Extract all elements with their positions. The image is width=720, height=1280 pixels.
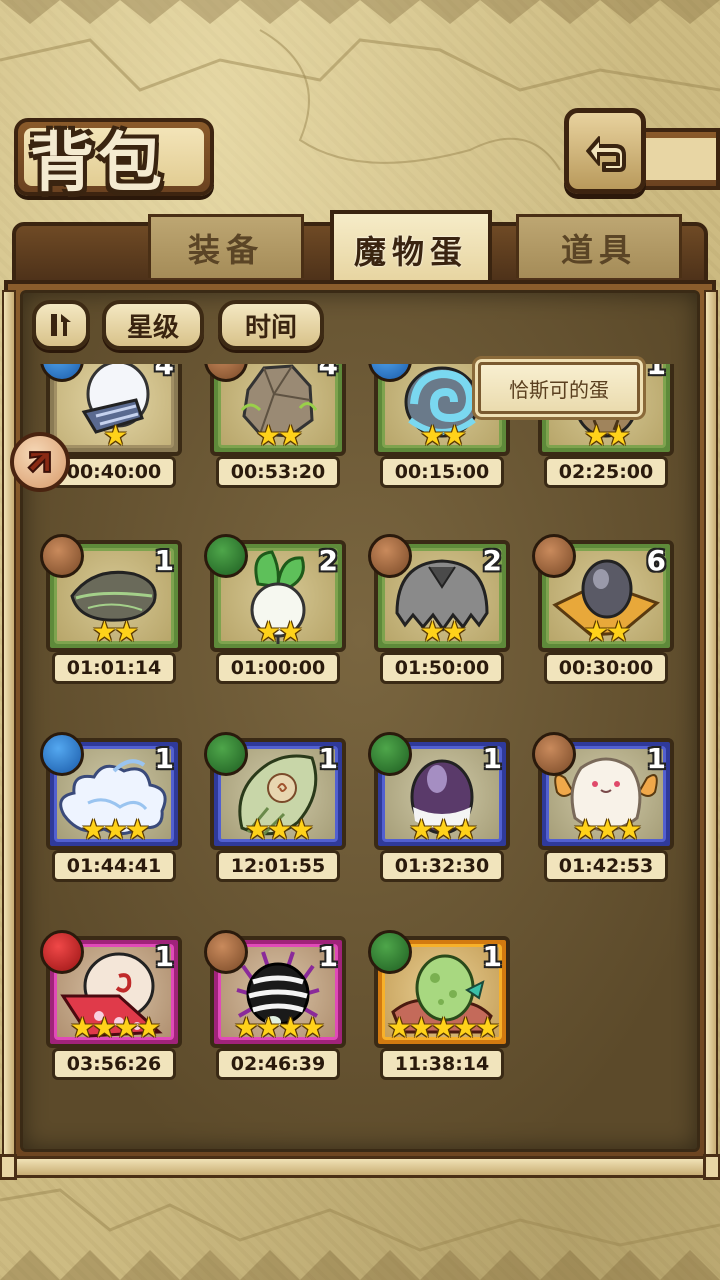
hatch-timer: 00:53:20 xyxy=(216,456,340,488)
egg-grid[interactable]: 4 ★ 00:40:00 4 ★★ 00:53:20 ★★ 00:15:00 1… xyxy=(22,364,698,1104)
back-button[interactable] xyxy=(564,108,646,194)
panel-rail-right xyxy=(704,290,718,1160)
hatch-timer: 03:56:26 xyxy=(52,1048,176,1080)
egg-count: 1 xyxy=(646,364,666,381)
hatch-timer: 01:42:53 xyxy=(544,850,668,882)
egg-count: 2 xyxy=(482,544,502,577)
earth-element-icon xyxy=(532,732,576,776)
egg-slot[interactable]: 1 ★★★ 12:01:55 xyxy=(204,732,346,888)
star-rating: ★★★★★ xyxy=(386,1011,501,1044)
star-rating: ★★★★ xyxy=(233,1011,325,1044)
arrow-icon xyxy=(27,451,51,474)
egg-count: 1 xyxy=(154,544,174,577)
star-rating: ★★ xyxy=(255,419,303,452)
egg-count: 1 xyxy=(482,742,502,775)
hatch-timer: 01:50:00 xyxy=(380,652,504,684)
hatch-timer: 02:46:39 xyxy=(216,1048,340,1080)
panel-bottom-rail xyxy=(0,1154,720,1180)
egg-slot[interactable]: 2 ★★ 01:00:00 xyxy=(204,534,346,690)
fire-element-icon xyxy=(40,930,84,974)
sort-by-star-button[interactable]: 星级 xyxy=(102,300,204,350)
egg-slot[interactable]: 1 ★★★ 01:42:53 xyxy=(532,732,674,888)
star-rating: ★★ xyxy=(419,419,467,452)
hatch-timer: 01:00:00 xyxy=(216,652,340,684)
tab-equipment[interactable]: 装备 xyxy=(148,214,304,278)
return-arrow-icon xyxy=(586,136,626,172)
egg-name-tooltip: 恰斯可的蛋 xyxy=(478,362,640,414)
egg-slot[interactable]: 2 ★★ 01:50:00 xyxy=(368,534,510,690)
star-rating: ★★ xyxy=(583,615,631,648)
tab-items[interactable]: 道具 xyxy=(516,214,682,278)
hatch-timer: 12:01:55 xyxy=(216,850,340,882)
side-toggle-button[interactable] xyxy=(10,432,70,492)
panel-rail-left xyxy=(2,290,16,1160)
egg-count: 1 xyxy=(482,940,502,973)
star-rating: ★★★★ xyxy=(69,1011,161,1044)
hatch-timer: 01:44:41 xyxy=(52,850,176,882)
sort-by-time-button[interactable]: 时间 xyxy=(218,300,324,350)
egg-slot[interactable]: 1 ★★ 01:01:14 xyxy=(40,534,182,690)
hatch-timer: 00:40:00 xyxy=(52,456,176,488)
egg-count: 1 xyxy=(154,742,174,775)
egg-count: 4 xyxy=(318,364,338,381)
hatch-timer: 00:15:00 xyxy=(380,456,504,488)
page-title: 背包 xyxy=(30,127,166,201)
hatch-timer: 02:25:00 xyxy=(544,456,668,488)
egg-count: 1 xyxy=(646,742,666,775)
egg-slot[interactable]: 6 ★★ 00:30:00 xyxy=(532,534,674,690)
egg-slot[interactable]: 4 ★★ 00:53:20 xyxy=(204,364,346,494)
star-rating: ★★★ xyxy=(408,813,478,846)
star-rating: ★★★ xyxy=(80,813,150,846)
star-rating: ★★ xyxy=(91,615,139,648)
egg-count: 1 xyxy=(318,742,338,775)
plant-element-icon xyxy=(368,732,412,776)
star-rating: ★★★ xyxy=(244,813,314,846)
egg-slot[interactable]: 1 ★★★★ 03:56:26 xyxy=(40,930,182,1086)
tab-monster-eggs-label: 魔物蛋 xyxy=(353,233,468,271)
back-button-rail xyxy=(640,128,720,190)
egg-count: 4 xyxy=(154,364,174,381)
earth-element-icon xyxy=(368,534,412,578)
egg-slot[interactable]: 1 ★★★★ 02:46:39 xyxy=(204,930,346,1086)
tab-monster-eggs[interactable]: 魔物蛋 xyxy=(330,210,492,286)
egg-slot[interactable]: 1 ★★★ 01:44:41 xyxy=(40,732,182,888)
plant-element-icon xyxy=(368,930,412,974)
hatch-timer: 11:38:14 xyxy=(380,1048,504,1080)
star-rating: ★★ xyxy=(583,419,631,452)
plant-element-icon xyxy=(204,534,248,578)
star-rating: ★★ xyxy=(255,615,303,648)
earth-element-icon xyxy=(40,534,84,578)
earth-element-icon xyxy=(204,930,248,974)
egg-count: 2 xyxy=(318,544,338,577)
star-rating: ★ xyxy=(102,419,128,452)
egg-slot[interactable]: 1 ★★★★★ 11:38:14 xyxy=(368,930,510,1086)
earth-element-icon xyxy=(532,534,576,578)
sort-order-button[interactable] xyxy=(32,300,90,350)
hatch-timer: 01:32:30 xyxy=(380,850,504,882)
tab-equipment-label: 装备 xyxy=(187,230,264,269)
egg-count: 1 xyxy=(318,940,338,973)
hatch-timer: 00:30:00 xyxy=(544,652,668,684)
tab-items-label: 道具 xyxy=(560,230,637,269)
star-rating: ★★★ xyxy=(572,813,642,846)
plant-element-icon xyxy=(204,732,248,776)
sort-order-icon xyxy=(51,314,71,336)
star-rating: ★★ xyxy=(419,615,467,648)
egg-slot[interactable]: 1 ★★★ 01:32:30 xyxy=(368,732,510,888)
egg-count: 1 xyxy=(154,940,174,973)
egg-count: 6 xyxy=(646,544,666,577)
hatch-timer: 01:01:14 xyxy=(52,652,176,684)
water-element-icon xyxy=(40,732,84,776)
